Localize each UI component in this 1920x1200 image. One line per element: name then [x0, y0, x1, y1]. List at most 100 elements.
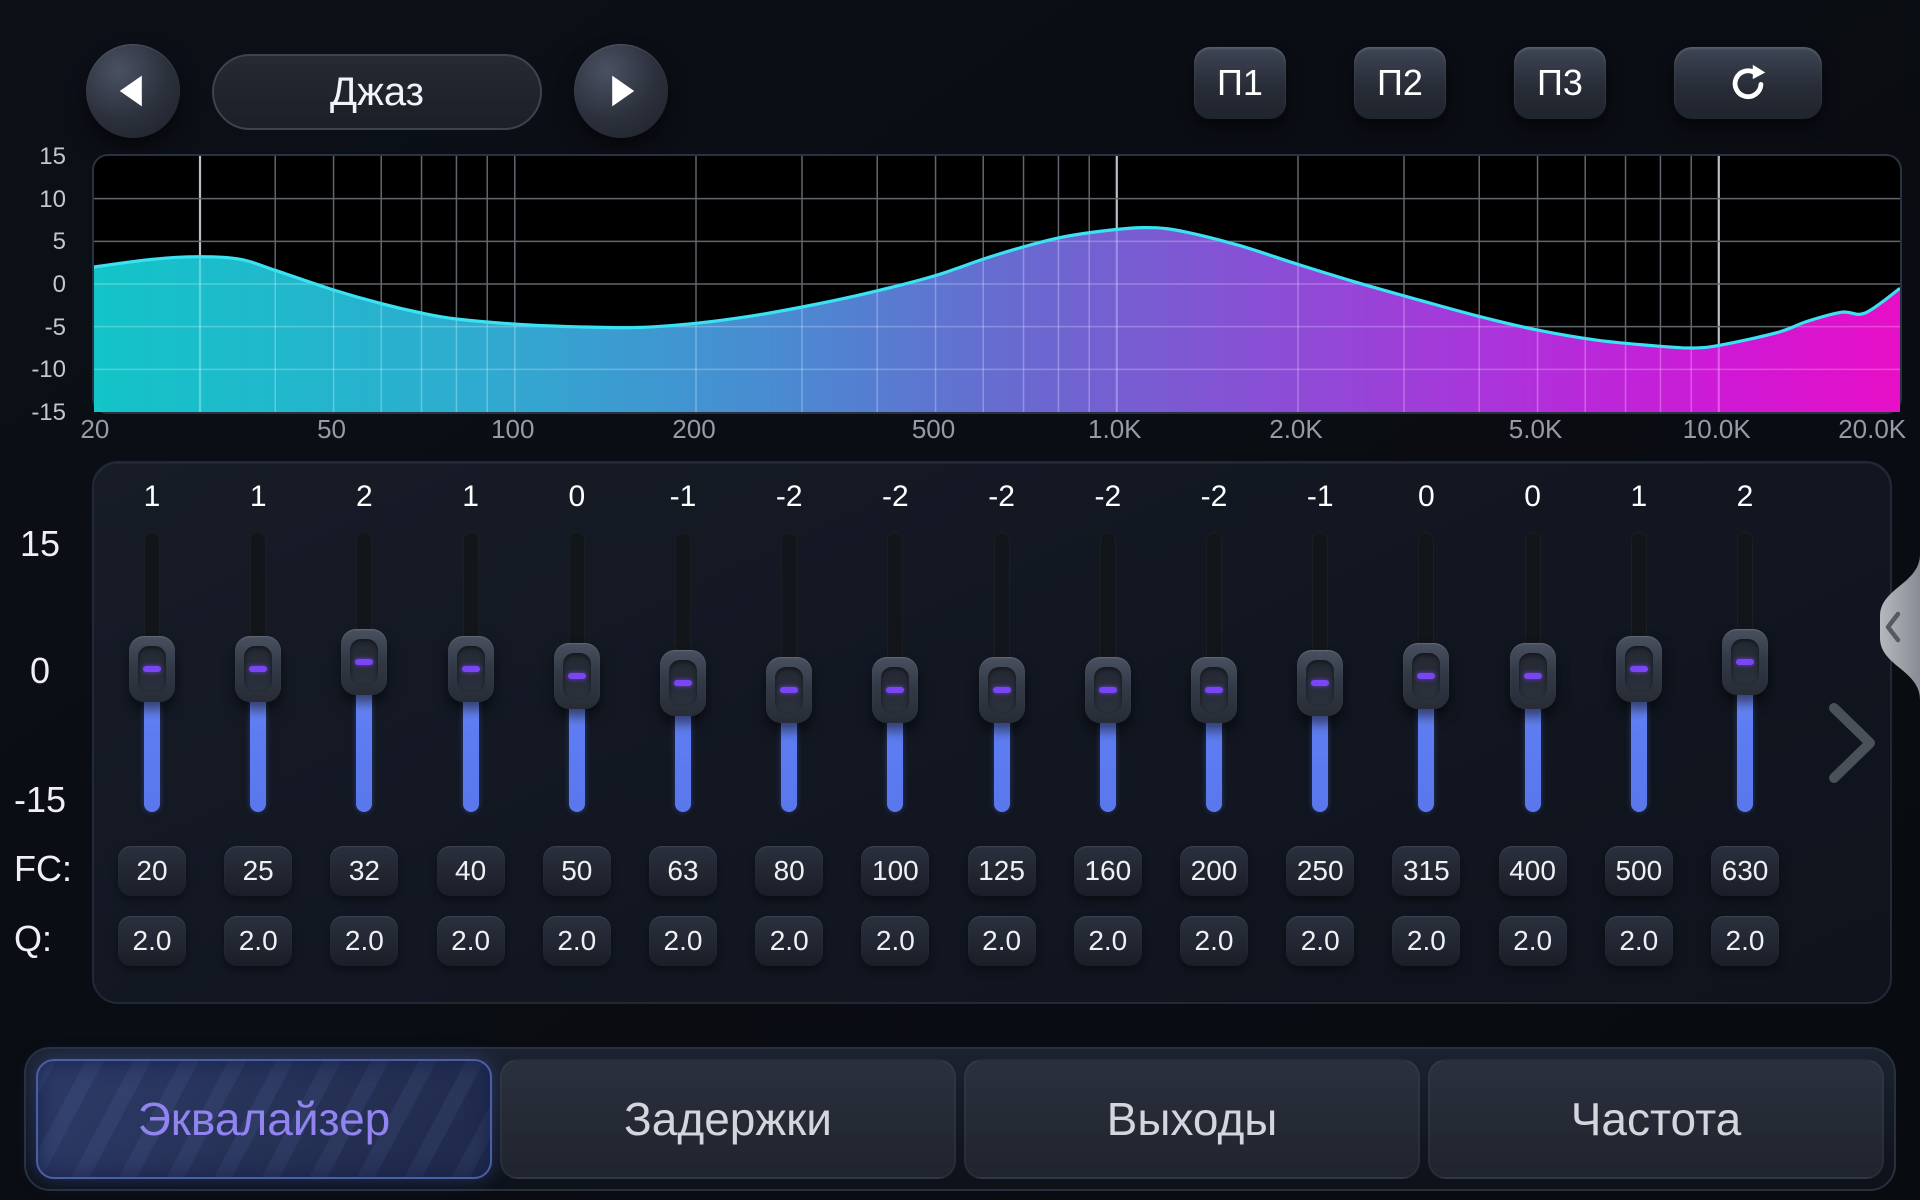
band-q-chip[interactable]: 2.0 [861, 916, 929, 966]
band-slider[interactable] [736, 470, 842, 990]
slider-thumb[interactable] [1191, 657, 1237, 723]
band-fc-chip[interactable]: 315 [1392, 846, 1460, 896]
memory-preset-row: П1 П2 П3 [1194, 47, 1822, 119]
thumb-dash-icon [1311, 680, 1329, 686]
thumb-dash-icon [886, 687, 904, 693]
freq-axis-label: 200 [672, 414, 715, 445]
slider-thumb[interactable] [1403, 643, 1449, 709]
slider-thumb[interactable] [1085, 657, 1131, 723]
band-fc-chip[interactable]: 500 [1605, 846, 1673, 896]
band-slider[interactable] [630, 470, 736, 990]
eq-band-column: -1 250 2.0 [1267, 470, 1373, 990]
band-q-chip[interactable]: 2.0 [224, 916, 292, 966]
slider-thumb[interactable] [1616, 636, 1662, 702]
slider-thumb[interactable] [554, 643, 600, 709]
memory-preset-button[interactable]: П1 [1194, 47, 1286, 119]
slider-thumb[interactable] [979, 657, 1025, 723]
band-q-chip[interactable]: 2.0 [1074, 916, 1142, 966]
preset-display[interactable]: Джаз [212, 54, 542, 130]
band-fc-chip[interactable]: 125 [968, 846, 1036, 896]
band-slider[interactable] [1586, 470, 1692, 990]
band-slider[interactable] [1267, 470, 1373, 990]
prev-preset-button[interactable] [86, 44, 180, 138]
memory-preset-button[interactable]: П2 [1354, 47, 1446, 119]
band-fc-chip[interactable]: 100 [861, 846, 929, 896]
band-slider[interactable] [1480, 470, 1586, 990]
next-bands-button[interactable] [1824, 702, 1884, 789]
band-fc-chip[interactable]: 200 [1180, 846, 1248, 896]
freq-axis-label: 20 [80, 414, 109, 445]
band-q-chip[interactable]: 2.0 [437, 916, 505, 966]
band-q-chip[interactable]: 2.0 [1392, 916, 1460, 966]
band-slider[interactable] [1373, 470, 1479, 990]
eq-response-chart [92, 154, 1902, 414]
db-axis-label: -5 [0, 314, 66, 342]
memory-preset-button[interactable]: П3 [1514, 47, 1606, 119]
eq-band-column: 0 315 2.0 [1373, 470, 1479, 990]
band-q-chip[interactable]: 2.0 [649, 916, 717, 966]
band-fc-chip[interactable]: 63 [649, 846, 717, 896]
band-fc-chip[interactable]: 400 [1499, 846, 1567, 896]
next-preset-button[interactable] [574, 44, 668, 138]
band-q-chip[interactable]: 2.0 [543, 916, 611, 966]
slider-thumb[interactable] [872, 657, 918, 723]
band-q-chip[interactable]: 2.0 [1499, 916, 1567, 966]
band-q-chip[interactable]: 2.0 [1180, 916, 1248, 966]
tab-equalizer[interactable]: Эквалайзер [36, 1059, 492, 1179]
reset-icon [1725, 60, 1771, 106]
eq-band-column: 1 40 2.0 [418, 470, 524, 990]
slider-thumb[interactable] [448, 636, 494, 702]
band-fc-chip[interactable]: 32 [330, 846, 398, 896]
thumb-dash-icon [1524, 673, 1542, 679]
band-fc-chip[interactable]: 250 [1286, 846, 1354, 896]
band-slider[interactable] [1161, 470, 1267, 990]
tab-frequency[interactable]: Частота [1428, 1059, 1884, 1179]
band-slider[interactable] [949, 470, 1055, 990]
band-fc-chip[interactable]: 160 [1074, 846, 1142, 896]
slider-thumb[interactable] [129, 636, 175, 702]
band-q-chip[interactable]: 2.0 [1605, 916, 1673, 966]
band-fc-chip[interactable]: 630 [1711, 846, 1779, 896]
band-q-chip[interactable]: 2.0 [118, 916, 186, 966]
band-fc-chip[interactable]: 20 [118, 846, 186, 896]
db-axis-label: 10 [0, 186, 66, 214]
thumb-dash-icon [1417, 673, 1435, 679]
thumb-dash-icon [143, 666, 161, 672]
band-slider[interactable] [418, 470, 524, 990]
band-slider[interactable] [1055, 470, 1161, 990]
band-q-chip[interactable]: 2.0 [1286, 916, 1354, 966]
slider-scale-max: 15 [8, 523, 72, 565]
band-slider[interactable] [524, 470, 630, 990]
band-slider[interactable] [1692, 470, 1798, 990]
freq-axis-label: 5.0K [1509, 414, 1563, 445]
reset-eq-button[interactable] [1674, 47, 1822, 119]
eq-curve-svg [94, 156, 1900, 412]
band-slider[interactable] [99, 470, 205, 990]
bottom-tab-bar: ЭквалайзерЗадержкиВыходыЧастота [24, 1047, 1896, 1191]
band-fc-chip[interactable]: 40 [437, 846, 505, 896]
slider-thumb[interactable] [1297, 650, 1343, 716]
band-fc-chip[interactable]: 50 [543, 846, 611, 896]
slider-thumb[interactable] [341, 629, 387, 695]
band-q-chip[interactable]: 2.0 [1711, 916, 1779, 966]
freq-axis-label: 100 [491, 414, 534, 445]
eq-band-column: -2 100 2.0 [842, 470, 948, 990]
band-slider[interactable] [205, 470, 311, 990]
band-q-chip[interactable]: 2.0 [968, 916, 1036, 966]
eq-band-column: 1 500 2.0 [1586, 470, 1692, 990]
slider-thumb[interactable] [1510, 643, 1556, 709]
tab-delays[interactable]: Задержки [500, 1059, 956, 1179]
tab-outputs[interactable]: Выходы [964, 1059, 1420, 1179]
band-fc-chip[interactable]: 80 [755, 846, 823, 896]
band-fc-chip[interactable]: 25 [224, 846, 292, 896]
band-slider[interactable] [311, 470, 417, 990]
db-axis-label: -15 [0, 399, 66, 427]
side-pull-handle[interactable] [1864, 552, 1920, 707]
slider-thumb[interactable] [660, 650, 706, 716]
slider-thumb[interactable] [235, 636, 281, 702]
band-slider[interactable] [842, 470, 948, 990]
band-q-chip[interactable]: 2.0 [330, 916, 398, 966]
slider-thumb[interactable] [766, 657, 812, 723]
slider-thumb[interactable] [1722, 629, 1768, 695]
band-q-chip[interactable]: 2.0 [755, 916, 823, 966]
